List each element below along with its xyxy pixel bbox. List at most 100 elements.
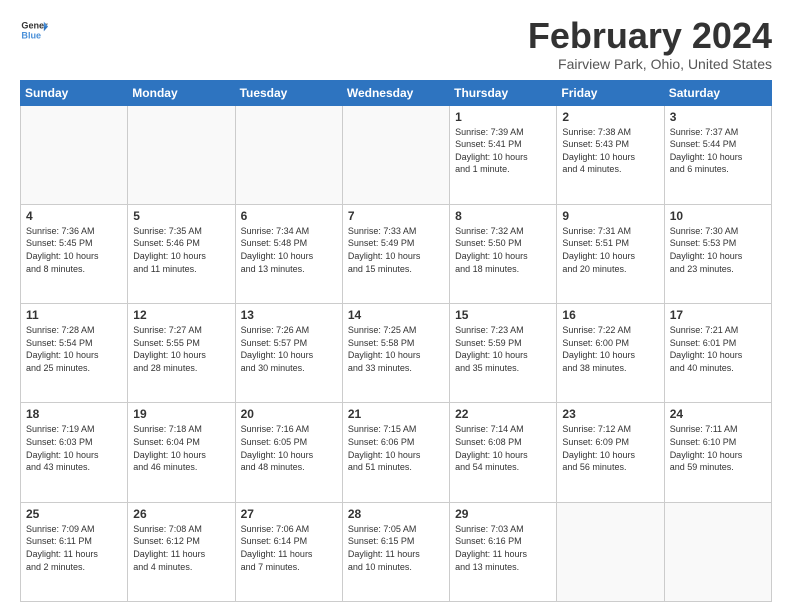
day-info: Sunrise: 7:19 AM Sunset: 6:03 PM Dayligh… xyxy=(26,423,122,473)
day-info: Sunrise: 7:21 AM Sunset: 6:01 PM Dayligh… xyxy=(670,324,766,374)
day-info: Sunrise: 7:23 AM Sunset: 5:59 PM Dayligh… xyxy=(455,324,551,374)
table-row: 25 Sunrise: 7:09 AM Sunset: 6:11 PM Dayli… xyxy=(21,502,128,601)
day-info: Sunrise: 7:28 AM Sunset: 5:54 PM Dayligh… xyxy=(26,324,122,374)
day-number: 15 xyxy=(455,308,551,322)
day-info: Sunrise: 7:38 AM Sunset: 5:43 PM Dayligh… xyxy=(562,126,658,176)
day-info: Sunrise: 7:39 AM Sunset: 5:41 PM Dayligh… xyxy=(455,126,551,176)
table-row: 19 Sunrise: 7:18 AM Sunset: 6:04 PM Dayli… xyxy=(128,403,235,502)
calendar-week-row-1: 4 Sunrise: 7:36 AM Sunset: 5:45 PM Daylig… xyxy=(21,204,772,303)
table-row: 23 Sunrise: 7:12 AM Sunset: 6:09 PM Dayli… xyxy=(557,403,664,502)
table-row: 9 Sunrise: 7:31 AM Sunset: 5:51 PM Daylig… xyxy=(557,204,664,303)
day-info: Sunrise: 7:35 AM Sunset: 5:46 PM Dayligh… xyxy=(133,225,229,275)
day-info: Sunrise: 7:09 AM Sunset: 6:11 PM Dayligh… xyxy=(26,523,122,573)
table-row: 29 Sunrise: 7:03 AM Sunset: 6:16 PM Dayli… xyxy=(450,502,557,601)
calendar-week-row-0: 1 Sunrise: 7:39 AM Sunset: 5:41 PM Daylig… xyxy=(21,105,772,204)
table-row: 1 Sunrise: 7:39 AM Sunset: 5:41 PM Daylig… xyxy=(450,105,557,204)
day-number: 23 xyxy=(562,407,658,421)
table-row: 18Sunrise: 7:19 AM Sunset: 6:03 PM Dayli… xyxy=(21,403,128,502)
day-info: Sunrise: 7:15 AM Sunset: 6:06 PM Dayligh… xyxy=(348,423,444,473)
table-row: 3 Sunrise: 7:37 AM Sunset: 5:44 PM Daylig… xyxy=(664,105,771,204)
day-number: 4 xyxy=(26,209,122,223)
logo-icon: General Blue xyxy=(20,16,48,44)
day-info: Sunrise: 7:34 AM Sunset: 5:48 PM Dayligh… xyxy=(241,225,337,275)
col-friday: Friday xyxy=(557,80,664,105)
col-wednesday: Wednesday xyxy=(342,80,449,105)
day-number: 19 xyxy=(133,407,229,421)
table-row: 12 Sunrise: 7:27 AM Sunset: 5:55 PM Dayli… xyxy=(128,304,235,403)
day-info: Sunrise: 7:03 AM Sunset: 6:16 PM Dayligh… xyxy=(455,523,551,573)
day-number: 17 xyxy=(670,308,766,322)
day-number: 5 xyxy=(133,209,229,223)
col-thursday: Thursday xyxy=(450,80,557,105)
table-row: 27Sunrise: 7:06 AM Sunset: 6:14 PM Dayli… xyxy=(235,502,342,601)
table-row: 21Sunrise: 7:15 AM Sunset: 6:06 PM Dayli… xyxy=(342,403,449,502)
table-row: 24 Sunrise: 7:11 AM Sunset: 6:10 PM Dayli… xyxy=(664,403,771,502)
table-row: 20Sunrise: 7:16 AM Sunset: 6:05 PM Dayli… xyxy=(235,403,342,502)
table-row: 15 Sunrise: 7:23 AM Sunset: 5:59 PM Dayli… xyxy=(450,304,557,403)
table-row: 16Sunrise: 7:22 AM Sunset: 6:00 PM Dayli… xyxy=(557,304,664,403)
day-info: Sunrise: 7:37 AM Sunset: 5:44 PM Dayligh… xyxy=(670,126,766,176)
day-info: Sunrise: 7:05 AM Sunset: 6:15 PM Dayligh… xyxy=(348,523,444,573)
table-row xyxy=(557,502,664,601)
col-sunday: Sunday xyxy=(21,80,128,105)
calendar-week-row-4: 25 Sunrise: 7:09 AM Sunset: 6:11 PM Dayli… xyxy=(21,502,772,601)
day-number: 2 xyxy=(562,110,658,124)
day-info: Sunrise: 7:31 AM Sunset: 5:51 PM Dayligh… xyxy=(562,225,658,275)
day-number: 9 xyxy=(562,209,658,223)
day-info: Sunrise: 7:16 AM Sunset: 6:05 PM Dayligh… xyxy=(241,423,337,473)
table-row: 4 Sunrise: 7:36 AM Sunset: 5:45 PM Daylig… xyxy=(21,204,128,303)
table-row xyxy=(21,105,128,204)
day-number: 29 xyxy=(455,507,551,521)
day-number: 26 xyxy=(133,507,229,521)
day-number: 11 xyxy=(26,308,122,322)
svg-text:Blue: Blue xyxy=(21,30,41,40)
calendar-week-row-3: 18Sunrise: 7:19 AM Sunset: 6:03 PM Dayli… xyxy=(21,403,772,502)
col-monday: Monday xyxy=(128,80,235,105)
day-info: Sunrise: 7:26 AM Sunset: 5:57 PM Dayligh… xyxy=(241,324,337,374)
day-number: 25 xyxy=(26,507,122,521)
table-row: 5 Sunrise: 7:35 AM Sunset: 5:46 PM Daylig… xyxy=(128,204,235,303)
day-info: Sunrise: 7:32 AM Sunset: 5:50 PM Dayligh… xyxy=(455,225,551,275)
day-info: Sunrise: 7:12 AM Sunset: 6:09 PM Dayligh… xyxy=(562,423,658,473)
day-number: 12 xyxy=(133,308,229,322)
day-number: 14 xyxy=(348,308,444,322)
day-number: 13 xyxy=(241,308,337,322)
day-info: Sunrise: 7:14 AM Sunset: 6:08 PM Dayligh… xyxy=(455,423,551,473)
day-number: 10 xyxy=(670,209,766,223)
day-number: 3 xyxy=(670,110,766,124)
table-row: 28 Sunrise: 7:05 AM Sunset: 6:15 PM Dayli… xyxy=(342,502,449,601)
calendar-table: Sunday Monday Tuesday Wednesday Thursday… xyxy=(20,80,772,602)
day-number: 22 xyxy=(455,407,551,421)
day-info: Sunrise: 7:25 AM Sunset: 5:58 PM Dayligh… xyxy=(348,324,444,374)
calendar-header-row: Sunday Monday Tuesday Wednesday Thursday… xyxy=(21,80,772,105)
table-row: 7 Sunrise: 7:33 AM Sunset: 5:49 PM Daylig… xyxy=(342,204,449,303)
table-row xyxy=(664,502,771,601)
day-number: 1 xyxy=(455,110,551,124)
table-row xyxy=(342,105,449,204)
day-number: 6 xyxy=(241,209,337,223)
table-row: 13 Sunrise: 7:26 AM Sunset: 5:57 PM Dayli… xyxy=(235,304,342,403)
table-row: 26Sunrise: 7:08 AM Sunset: 6:12 PM Dayli… xyxy=(128,502,235,601)
page: General Blue February 2024 Fairview Park… xyxy=(0,0,792,612)
table-row: 8 Sunrise: 7:32 AM Sunset: 5:50 PM Daylig… xyxy=(450,204,557,303)
table-row: 11 Sunrise: 7:28 AM Sunset: 5:54 PM Dayli… xyxy=(21,304,128,403)
day-info: Sunrise: 7:33 AM Sunset: 5:49 PM Dayligh… xyxy=(348,225,444,275)
table-row: 6 Sunrise: 7:34 AM Sunset: 5:48 PM Daylig… xyxy=(235,204,342,303)
day-number: 28 xyxy=(348,507,444,521)
day-number: 8 xyxy=(455,209,551,223)
day-info: Sunrise: 7:36 AM Sunset: 5:45 PM Dayligh… xyxy=(26,225,122,275)
day-number: 7 xyxy=(348,209,444,223)
day-info: Sunrise: 7:11 AM Sunset: 6:10 PM Dayligh… xyxy=(670,423,766,473)
table-row xyxy=(235,105,342,204)
col-saturday: Saturday xyxy=(664,80,771,105)
day-info: Sunrise: 7:18 AM Sunset: 6:04 PM Dayligh… xyxy=(133,423,229,473)
table-row xyxy=(128,105,235,204)
table-row: 14 Sunrise: 7:25 AM Sunset: 5:58 PM Dayli… xyxy=(342,304,449,403)
table-row: 2 Sunrise: 7:38 AM Sunset: 5:43 PM Daylig… xyxy=(557,105,664,204)
day-info: Sunrise: 7:27 AM Sunset: 5:55 PM Dayligh… xyxy=(133,324,229,374)
day-number: 24 xyxy=(670,407,766,421)
header: General Blue February 2024 Fairview Park… xyxy=(20,16,772,72)
table-row: 17 Sunrise: 7:21 AM Sunset: 6:01 PM Dayli… xyxy=(664,304,771,403)
calendar-week-row-2: 11 Sunrise: 7:28 AM Sunset: 5:54 PM Dayli… xyxy=(21,304,772,403)
location: Fairview Park, Ohio, United States xyxy=(528,56,772,72)
